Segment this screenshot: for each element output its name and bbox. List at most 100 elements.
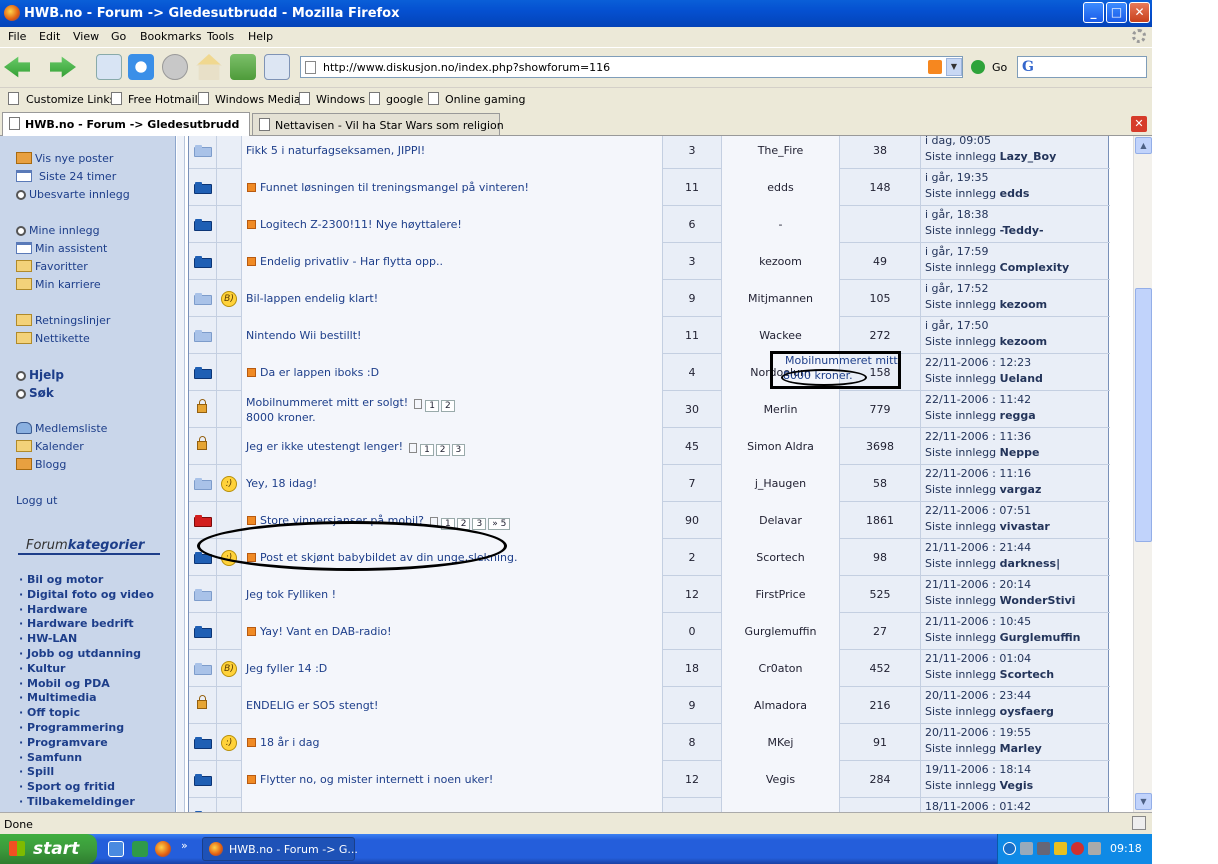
topic-title-link[interactable]: ENDELIG er SO5 stengt!	[246, 699, 378, 712]
sidebar-link-last-24h[interactable]: Siste 24 timer	[16, 170, 116, 183]
sidebar-link-my-career[interactable]: Min karriere	[16, 278, 101, 291]
last-post-author[interactable]: oysfaerg	[1000, 705, 1054, 718]
topic-author[interactable]: FirstPrice	[722, 588, 839, 601]
last-post-author[interactable]: Scortech	[1000, 668, 1055, 681]
page-link[interactable]: 1	[425, 400, 439, 412]
topic-title-link[interactable]: Post et skjønt babybildet av din unge,sl…	[260, 551, 517, 564]
topic-author[interactable]: Mitjmannen	[722, 292, 839, 305]
topic-title-link[interactable]: Jeg er ikke utestengt lenger!	[246, 440, 403, 453]
category-link[interactable]: · Multimedia	[19, 691, 97, 704]
new-window-icon[interactable]	[96, 54, 122, 80]
topic-author[interactable]: kezoom	[722, 255, 839, 268]
stop-icon[interactable]	[162, 54, 188, 80]
download-icon[interactable]	[230, 54, 256, 80]
page-link[interactable]: 2	[456, 518, 471, 530]
sidebar-link-favorites[interactable]: Favoritter	[16, 260, 88, 273]
category-link[interactable]: · Mobil og PDA	[19, 677, 110, 690]
go-button[interactable]: Go	[992, 61, 1007, 74]
menu-view[interactable]: View	[73, 30, 99, 43]
topic-title-link[interactable]: Da er lappen iboks :D	[260, 366, 379, 379]
category-link[interactable]: · Kultur	[19, 662, 65, 675]
last-post-author[interactable]: Lazy_Boy	[1000, 150, 1057, 163]
maximize-button[interactable]: □	[1106, 2, 1127, 23]
bookmark-windows-media[interactable]: Windows Media	[215, 93, 301, 106]
tray-security-icon[interactable]	[1071, 842, 1084, 855]
sidebar-link-netiquette[interactable]: Nettikette	[16, 332, 90, 345]
menu-bookmarks[interactable]: Bookmarks	[140, 30, 201, 43]
topic-author[interactable]: Scortech	[722, 551, 839, 564]
menu-file[interactable]: File	[8, 30, 26, 43]
last-post-author[interactable]: Marley	[1000, 742, 1042, 755]
url-text[interactable]: http://www.diskusjon.no/index.php?showfo…	[323, 61, 610, 74]
bookmark-windows[interactable]: Windows	[316, 93, 365, 106]
menu-help[interactable]: Help	[248, 30, 273, 43]
start-button[interactable]: start	[0, 834, 97, 864]
topic-author[interactable]: edds	[722, 181, 839, 194]
topic-title-link[interactable]: Jeg fyller 14 :D	[246, 662, 327, 675]
page-link[interactable]: 1	[420, 444, 434, 456]
topic-title-link[interactable]: 18 år i dag	[260, 736, 320, 749]
last-post-author[interactable]: Ueland	[1000, 372, 1043, 385]
address-bar[interactable]: http://www.diskusjon.no/index.php?showfo…	[300, 56, 963, 78]
topic-title-link[interactable]: Bil-lappen endelig klart!	[246, 292, 378, 305]
category-link[interactable]: · Bil og motor	[19, 573, 103, 586]
category-link[interactable]: · Tilbakemeldinger	[19, 795, 135, 808]
topic-title-link[interactable]: Logitech Z-2300!11! Nye høyttalere!	[260, 218, 462, 231]
minimize-button[interactable]: _	[1083, 2, 1104, 23]
last-post-author[interactable]: -Teddy-	[1000, 224, 1044, 237]
last-post-author[interactable]: vivastar	[1000, 520, 1050, 533]
topic-author[interactable]: j_Haugen	[722, 477, 839, 490]
category-link[interactable]: · Programvare	[19, 736, 108, 749]
messenger-icon[interactable]	[132, 841, 148, 857]
firefox-quicklaunch-icon[interactable]	[155, 841, 171, 857]
rss-icon[interactable]	[928, 60, 942, 74]
bookmark-online-gaming[interactable]: Online gaming	[445, 93, 525, 106]
bookmark-customize-links[interactable]: Customize Links	[26, 93, 116, 106]
page-link[interactable]: 1	[441, 518, 455, 530]
topic-title-link[interactable]: Mobilnummeret mitt er solgt!	[246, 396, 408, 409]
category-link[interactable]: · Digital foto og video	[19, 588, 154, 601]
last-post-author[interactable]: kezoom	[1000, 298, 1047, 311]
sidebar-link-blog[interactable]: Blogg	[16, 458, 66, 471]
tray-volume-icon[interactable]	[1088, 842, 1101, 855]
sidebar-link-guidelines[interactable]: Retningslinjer	[16, 314, 110, 327]
page-link[interactable]: 3	[451, 444, 466, 456]
last-post-author[interactable]: edds	[1000, 187, 1030, 200]
category-link[interactable]: · Jobb og utdanning	[19, 647, 141, 660]
category-link[interactable]: · Hardware	[19, 603, 87, 616]
page-link[interactable]: 2	[440, 400, 455, 412]
menu-tools[interactable]: Tools	[207, 30, 234, 43]
topic-author[interactable]: MKej	[722, 736, 839, 749]
page-link[interactable]: 2	[435, 444, 450, 456]
topic-title-link[interactable]: Store vinnersjanser på mobil?	[260, 514, 424, 527]
tab-nettavisen[interactable]: Nettavisen - Vil ha Star Wars som religi…	[252, 113, 504, 135]
bookmark-free-hotmail[interactable]: Free Hotmail	[128, 93, 198, 106]
topic-author[interactable]: Merlin	[722, 403, 839, 416]
page-link[interactable]: 3	[472, 518, 487, 530]
last-post-author[interactable]: regga	[1000, 409, 1036, 422]
sidebar-link-unanswered[interactable]: Ubesvarte innlegg	[16, 188, 130, 201]
topic-author[interactable]: Delavar	[722, 514, 839, 527]
taskbar-item-firefox[interactable]: HWB.no - Forum -> G...	[202, 837, 358, 861]
sidebar-link-search[interactable]: Søk	[16, 386, 54, 400]
sidebar-link-my-assistant[interactable]: Min assistent	[16, 242, 107, 255]
tab-hwb-forum[interactable]: HWB.no - Forum -> Gledesutbrudd	[2, 112, 250, 136]
tray-monitor-icon[interactable]	[1037, 842, 1050, 855]
topic-author[interactable]: Simon Aldra	[722, 440, 839, 453]
last-post-author[interactable]: darkness|	[1000, 557, 1060, 570]
sidebar-link-help[interactable]: Hjelp	[16, 368, 64, 382]
topic-title-link[interactable]: Jeg tok Fylliken !	[246, 588, 336, 601]
category-link[interactable]: · Spill	[19, 765, 54, 778]
sidebar-link-logout[interactable]: Logg ut	[16, 494, 57, 507]
last-post-author[interactable]: Gurglemuffin	[1000, 631, 1081, 644]
topic-title-link[interactable]: Fikk 5 i naturfagseksamen, JIPPI!	[246, 144, 425, 157]
forward-icon[interactable]	[50, 56, 76, 78]
topic-author[interactable]: -	[722, 218, 839, 231]
page-scrollbar[interactable]: ▲ ▼	[1133, 136, 1152, 812]
menu-edit[interactable]: Edit	[39, 30, 60, 43]
go-icon[interactable]	[971, 60, 985, 74]
tray-arrow-icon[interactable]	[1003, 842, 1016, 855]
topic-title-link[interactable]: Yey, 18 idag!	[246, 477, 317, 490]
sidebar-link-my-posts[interactable]: Mine innlegg	[16, 224, 100, 237]
last-post-author[interactable]: Complexity	[1000, 261, 1070, 274]
